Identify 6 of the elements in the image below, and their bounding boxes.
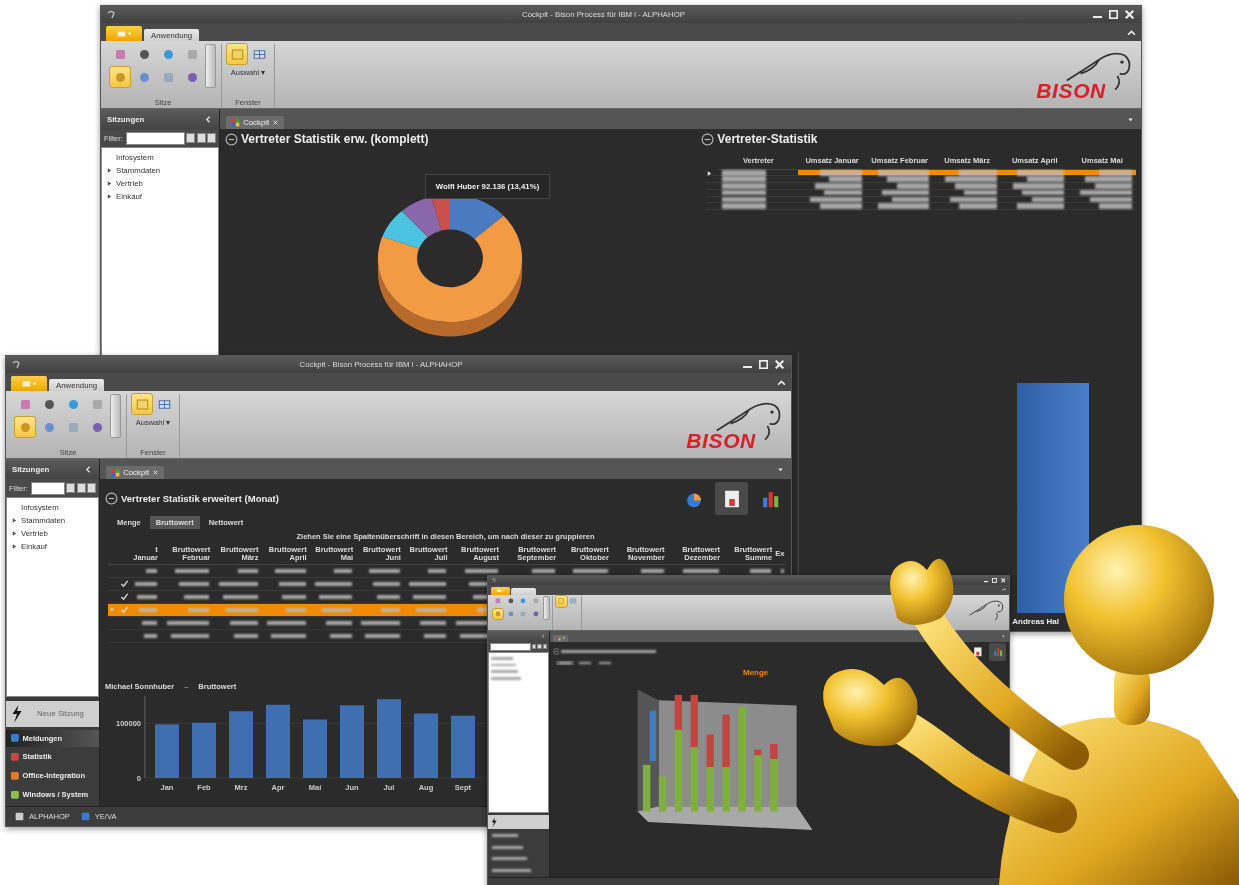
panel-title: Vertreter Statistik erweitert (Monat) <box>121 493 279 504</box>
panel-title: Vertreter-Statistik <box>717 132 818 146</box>
logo-text: BISON <box>1036 79 1106 103</box>
panel-title: Vertreter Statistik erw. (komplett) <box>241 132 429 146</box>
logo-text: BISON <box>686 429 756 453</box>
axis-label: Andreas Hal <box>1012 615 1059 628</box>
